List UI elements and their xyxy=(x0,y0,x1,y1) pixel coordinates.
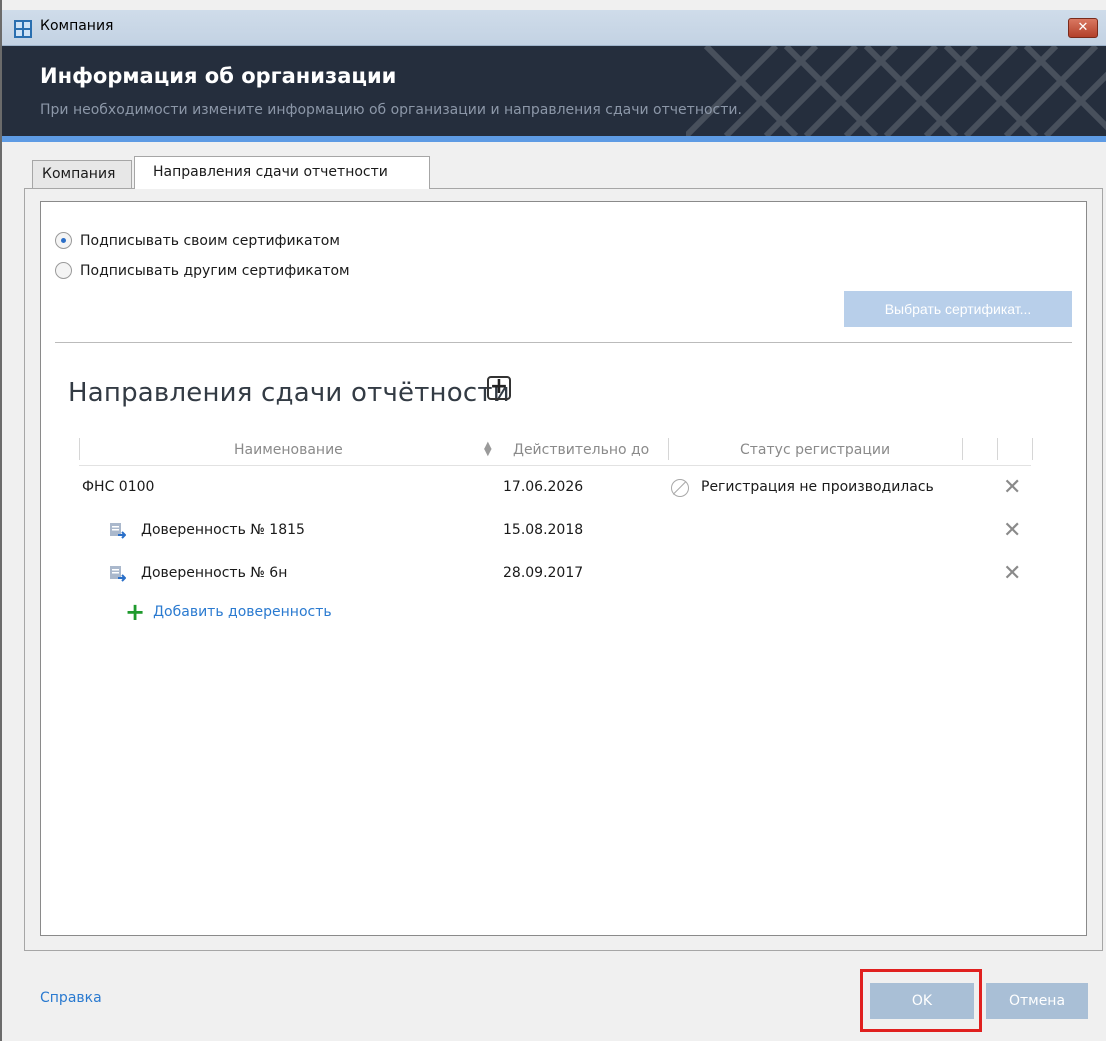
dialog-window: Компания ✕ Информация об организации При… xyxy=(0,0,1106,1041)
column-separator xyxy=(1032,438,1033,460)
table-row[interactable]: ФНС 0100 17.06.2026 Регистрация не произ… xyxy=(79,469,1031,509)
row-name: Доверенность № 6н xyxy=(141,565,288,581)
own-cert-label: Подписывать своим сертификатом xyxy=(80,232,340,249)
not-registered-icon xyxy=(671,479,689,497)
column-separator xyxy=(79,438,80,460)
title-bar: Компания ✕ xyxy=(2,10,1106,46)
row-valid-until: 15.08.2018 xyxy=(503,522,584,538)
table-row[interactable]: Доверенность № 1815 15.08.2018 ✕ xyxy=(79,512,1031,552)
divider xyxy=(55,342,1072,343)
help-link[interactable]: Справка xyxy=(40,990,102,1006)
window-title: Компания xyxy=(40,18,114,34)
delete-icon[interactable]: ✕ xyxy=(1003,518,1021,543)
choose-cert-button[interactable]: Выбрать сертификат... xyxy=(844,291,1072,327)
own-cert-option[interactable]: Подписывать своим сертификатом xyxy=(55,232,340,249)
column-separator xyxy=(962,438,963,460)
other-cert-radio[interactable] xyxy=(55,262,72,279)
add-proxy-label[interactable]: Добавить доверенность xyxy=(153,604,332,620)
column-valid-until[interactable]: Действительно до xyxy=(513,442,649,458)
column-status[interactable]: Статус регистрации xyxy=(740,442,890,458)
row-status: Регистрация не производилась xyxy=(701,479,934,495)
proxy-document-icon xyxy=(110,523,126,539)
other-cert-option[interactable]: Подписывать другим сертификатом xyxy=(55,262,350,279)
row-valid-until: 17.06.2026 xyxy=(503,479,584,495)
header-band: Информация об организации При необходимо… xyxy=(2,46,1106,136)
close-icon[interactable]: ✕ xyxy=(1068,18,1098,38)
plus-icon: + xyxy=(125,598,146,626)
highlight-frame xyxy=(860,969,982,1032)
table-row[interactable]: Доверенность № 6н 28.09.2017 ✕ xyxy=(79,555,1031,595)
column-separator xyxy=(997,438,998,460)
own-cert-radio[interactable] xyxy=(55,232,72,249)
row-name: ФНС 0100 xyxy=(82,479,155,495)
directions-title: Направления сдачи отчётности xyxy=(68,378,510,408)
row-valid-until: 28.09.2017 xyxy=(503,565,584,581)
page-subtitle: При необходимости измените информацию об… xyxy=(40,102,742,118)
tab-company[interactable]: Компания xyxy=(32,160,132,188)
cancel-button[interactable]: Отмена xyxy=(986,983,1088,1019)
delete-icon[interactable]: ✕ xyxy=(1003,475,1021,500)
column-separator xyxy=(668,438,669,460)
table-header: Наименование ▲ ▼ Действительно до Статус … xyxy=(79,438,1033,466)
header-pattern-icon xyxy=(686,46,1106,136)
app-grid-icon xyxy=(14,20,32,38)
sort-icon[interactable]: ▲ ▼ xyxy=(484,441,492,458)
page-title: Информация об организации xyxy=(40,64,397,88)
proxy-document-icon xyxy=(110,566,126,582)
add-proxy-link[interactable]: + Добавить доверенность xyxy=(125,598,332,626)
column-name[interactable]: Наименование xyxy=(234,442,343,458)
add-direction-button[interactable]: + xyxy=(487,376,511,400)
accent-bar xyxy=(2,136,1106,142)
tab-directions[interactable]: Направления сдачи отчетности xyxy=(134,156,430,189)
directions-panel: Подписывать своим сертификатом Подписыва… xyxy=(40,201,1087,936)
delete-icon[interactable]: ✕ xyxy=(1003,561,1021,586)
row-name: Доверенность № 1815 xyxy=(141,522,305,538)
other-cert-label: Подписывать другим сертификатом xyxy=(80,262,350,279)
